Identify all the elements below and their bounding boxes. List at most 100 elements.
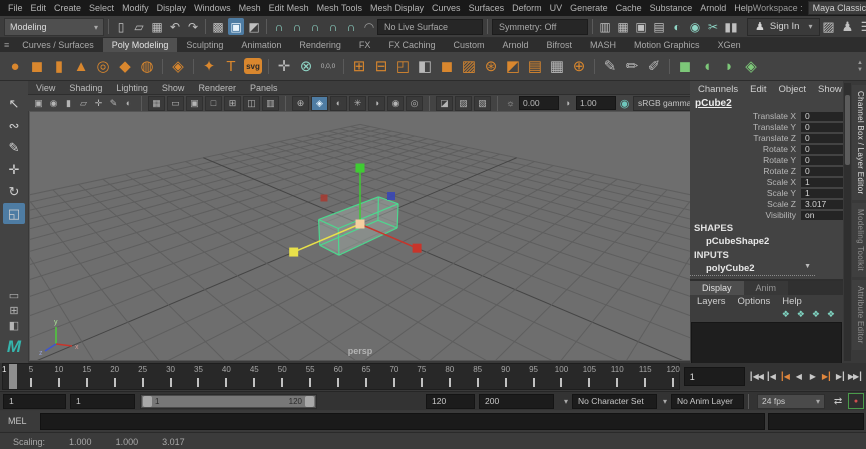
menu-edit[interactable]: Edit (31, 3, 47, 13)
gate-mask-icon[interactable]: □ (205, 95, 222, 111)
play-backwards-icon[interactable]: ◀ (792, 369, 805, 385)
mirror-cut-icon[interactable]: ◩ (502, 54, 524, 78)
move-layer-up-icon[interactable]: ❖ (782, 309, 790, 320)
symmetry-field[interactable]: Symmetry: Off (492, 18, 588, 35)
2d-pan-zoom-icon[interactable]: ✛ (92, 97, 105, 110)
character-set-field[interactable]: No Character Set (572, 393, 658, 409)
undo-icon[interactable]: ↶ (167, 18, 183, 35)
grease-pencil-icon[interactable]: ✎ (107, 97, 120, 110)
select-tool-icon[interactable]: ↖ (3, 93, 25, 114)
channel-value-field[interactable]: 0 (801, 122, 843, 132)
four-pane-layout-icon[interactable]: ⊞ (4, 303, 24, 318)
move-layer-down-icon[interactable]: ❖ (797, 309, 805, 320)
menu-mesh-display[interactable]: Mesh Display (370, 3, 424, 13)
persp-outliner-layout-icon[interactable]: ◧ (4, 318, 24, 333)
menu-create[interactable]: Create (54, 3, 81, 13)
render-setup-icon[interactable]: ✂ (705, 18, 721, 35)
menu-substance[interactable]: Substance (650, 3, 693, 13)
poly-cone-icon[interactable]: ▲ (70, 54, 92, 78)
channel-value-field[interactable]: 0 (801, 166, 843, 176)
lattice-icon[interactable]: ▦ (546, 54, 568, 78)
menu-file[interactable]: File (8, 3, 23, 13)
isolate-select-icon[interactable]: ◪ (436, 95, 453, 111)
shelf-tab-arnold[interactable]: Arnold (493, 38, 538, 52)
snap-to-point-icon[interactable]: ∩ (307, 18, 323, 35)
scale-x-handle[interactable] (412, 243, 422, 253)
auto-keyframe-icon[interactable]: ● (848, 393, 865, 409)
smooth-icon[interactable]: ⊕ (568, 54, 590, 78)
scroll-down-icon[interactable]: ▼ (857, 67, 863, 73)
scroll-down-icon[interactable]: ▼ (804, 263, 811, 270)
playback-end-field[interactable]: 120 (426, 393, 475, 409)
camera-attributes-icon[interactable]: ◉ (47, 97, 60, 110)
poly-cylinder-icon[interactable]: ▮ (48, 54, 70, 78)
menu-mesh-tools[interactable]: Mesh Tools (317, 3, 362, 13)
wireframe-display-icon[interactable]: ⊕ (292, 95, 309, 111)
menu-modify[interactable]: Modify (122, 3, 149, 13)
duplicate-face-icon[interactable]: ◰ (392, 54, 414, 78)
smooth-shade-all-icon[interactable]: ◈ (311, 95, 328, 111)
channel-value-field[interactable]: 1 (801, 188, 843, 198)
menu-set-select[interactable]: Modeling (4, 17, 104, 36)
snapshot-icon[interactable]: ◐ (122, 97, 135, 110)
combine-icon[interactable]: ⊞ (348, 54, 370, 78)
screen-space-ao-icon[interactable]: ◉ (387, 95, 404, 111)
image-plane-icon[interactable]: ▱ (77, 97, 90, 110)
animation-start-field[interactable]: 1 (3, 393, 66, 409)
pen-tool-icon[interactable]: ✎ (599, 54, 621, 78)
poly-sphere-icon[interactable]: ● (4, 54, 26, 78)
go-to-end-icon[interactable]: ▶▶┃ (848, 369, 863, 385)
range-slider[interactable]: 1 120 (140, 393, 317, 409)
mirror-geometry-icon[interactable]: ◧ (414, 54, 436, 78)
command-line-mode[interactable]: MEL (2, 416, 40, 426)
menu-display[interactable]: Display (157, 3, 187, 13)
view-transform-icon[interactable]: ◉ (618, 97, 631, 110)
shelf-tab-custom[interactable]: Custom (444, 38, 494, 52)
shelf-tab-poly-modeling[interactable]: Poly Modeling (102, 38, 178, 52)
current-frame-field[interactable]: 1 (683, 367, 745, 386)
scale-y-handle[interactable] (355, 163, 365, 173)
exposure-field[interactable]: 0.00 (519, 96, 559, 110)
menu-windows[interactable]: Windows (194, 3, 231, 13)
channel-value-field[interactable]: 0 (801, 111, 843, 121)
fps-select[interactable]: 24 fps (757, 393, 826, 409)
anim-layer-field[interactable]: No Anim Layer (671, 393, 745, 409)
create-empty-layer-icon[interactable]: ❖ (812, 309, 820, 320)
channel-box-menu-edit[interactable]: Edit (750, 84, 766, 95)
channel-object-name[interactable]: pCube2 (690, 96, 843, 111)
new-scene-icon[interactable]: ▯ (113, 18, 129, 35)
poly-cube-icon[interactable]: ◼ (26, 54, 48, 78)
shelf-tab-sculpting[interactable]: Sculpting (177, 38, 233, 52)
layer-menu-options[interactable]: Options (738, 296, 771, 307)
delete-history-icon[interactable]: ⊗ (295, 54, 317, 78)
menu-arnold[interactable]: Arnold (700, 3, 726, 13)
channel-box-menu-object[interactable]: Object (779, 84, 806, 95)
animation-end-field[interactable]: 200 (479, 393, 554, 409)
shelf-menu-icon[interactable]: ≡ (4, 40, 9, 50)
wedge-icon[interactable]: ⊛ (480, 54, 502, 78)
exposure-icon[interactable]: ☼ (504, 97, 517, 110)
play-forwards-icon[interactable]: ▶ (806, 369, 819, 385)
poly-plane-icon[interactable]: ◆ (114, 54, 136, 78)
channel-box-menu-channels[interactable]: Channels (698, 84, 738, 95)
panel-menu-view[interactable]: View (36, 83, 55, 93)
snap-to-projected-center-icon[interactable]: ∩ (325, 18, 341, 35)
range-end-handle[interactable] (305, 395, 314, 407)
type-tool-icon[interactable]: T (220, 54, 242, 78)
step-forward-frame-icon[interactable]: ▶┃ (834, 369, 847, 385)
redo-icon[interactable]: ↷ (185, 18, 201, 35)
menu-curves[interactable]: Curves (432, 3, 461, 13)
channel-value-field[interactable]: 0 (801, 133, 843, 143)
menu-surfaces[interactable]: Surfaces (469, 3, 505, 13)
safe-title-icon[interactable]: ▥ (262, 95, 279, 111)
range-start-handle[interactable] (143, 395, 152, 407)
render-settings-icon[interactable]: ◐ (669, 18, 685, 35)
layer-tab-anim[interactable]: Anim (743, 281, 789, 295)
gamma-field[interactable]: 1.00 (576, 96, 616, 110)
panel-menu-shading[interactable]: Shading (69, 83, 102, 93)
paint-select-tool-icon[interactable]: ✎ (3, 137, 25, 158)
time-slider[interactable]: 5 10 15 20 25 30 35 40 45 50 55 60 65 70 75 80 85 90 95 100… (2, 363, 680, 390)
side-tab-channel-box-layer-editor[interactable]: Channel Box / Layer Editor (851, 85, 866, 201)
boolean-union-icon[interactable]: ◼ (674, 54, 696, 78)
scrollbar-thumb[interactable] (845, 95, 850, 165)
